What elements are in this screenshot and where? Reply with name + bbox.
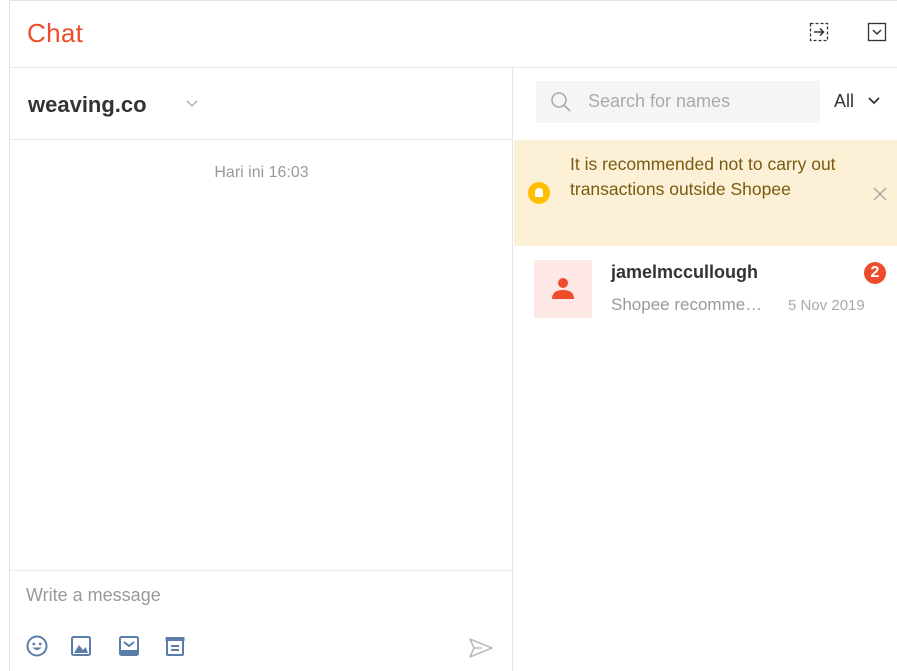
message-timestamp: Hari ini 16:03 (214, 164, 309, 181)
chat-header: Chat (9, 0, 897, 68)
contact-list-item[interactable]: jamelmccullough 2 Shopee recommends 5 No… (514, 246, 897, 336)
emoji-icon[interactable] (26, 635, 48, 657)
chevron-down-icon[interactable] (186, 100, 198, 108)
message-composer (10, 570, 513, 671)
bell-icon (528, 182, 550, 204)
send-icon[interactable] (468, 637, 494, 659)
conversation-name: weaving.co (28, 92, 147, 117)
user-icon (552, 278, 574, 299)
avatar (534, 260, 592, 318)
conversation-header[interactable]: weaving.co (10, 68, 513, 140)
search-icon (551, 92, 571, 112)
notice-text: It is recommended not to carry out trans… (570, 154, 836, 199)
exit-to-side-icon[interactable] (809, 22, 829, 42)
chat-list-panel: All It is recommended not to carry out t… (514, 68, 897, 671)
close-icon[interactable] (872, 186, 888, 202)
chat-title: Chat (27, 18, 84, 48)
conversation-panel: weaving.co Hari ini 16:03 (10, 68, 513, 671)
search-box[interactable] (536, 81, 820, 123)
chevron-down-icon[interactable] (868, 97, 880, 105)
unread-badge: 2 (864, 262, 886, 284)
contact-name: jamelmccullough (611, 262, 759, 282)
order-icon[interactable] (164, 635, 186, 657)
image-icon[interactable] (70, 635, 92, 657)
message-preview: Shopee recommends (611, 295, 766, 314)
message-input[interactable] (26, 585, 486, 606)
product-icon[interactable] (118, 635, 140, 657)
safety-notice: It is recommended not to carry out trans… (514, 140, 897, 246)
message-date: 5 Nov 2019 (788, 297, 865, 314)
filter-dropdown[interactable]: All (834, 91, 854, 112)
search-input[interactable] (588, 91, 808, 112)
minimize-icon[interactable] (867, 22, 887, 42)
